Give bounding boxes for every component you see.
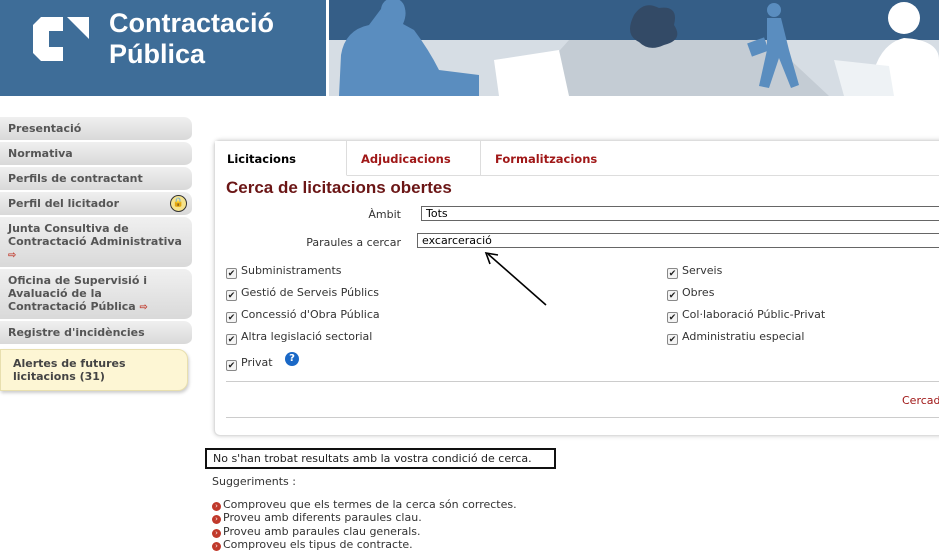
logo-block[interactable]: Contractació Pública (0, 0, 326, 96)
checkbox-administratiu-especial[interactable]: ✔ Administratiu especial (667, 330, 804, 345)
checkmark-icon: ✔ (667, 290, 678, 301)
site-header: Contractació Pública (0, 0, 939, 96)
suggestions-title: Suggeriments : (212, 475, 296, 488)
divider (226, 381, 939, 382)
search-panel: Licitacions Adjudicacions Formalitzacion… (214, 140, 939, 436)
sidebar-item-label: Oficina de Supervisió i Avaluació de la … (8, 274, 147, 313)
sidebar-item-label: Registre d'incidències (8, 326, 145, 339)
checkbox-altra-legislacio[interactable]: ✔ Altra legislació sectorial (226, 330, 372, 345)
sidebar-item-perfils-contractant[interactable]: Perfils de contractant (0, 167, 192, 192)
sidebar-item-label: Presentació (8, 122, 82, 135)
checkmark-icon: ✔ (667, 268, 678, 279)
sidebar-item-label: Junta Consultiva de Contractació Adminis… (8, 222, 182, 248)
logo-icon (33, 17, 89, 61)
ambit-label: Àmbit (368, 208, 401, 221)
bullet-arrow-icon: › (212, 528, 221, 538)
bullet-arrow-icon: › (212, 541, 221, 551)
bullet-arrow-icon: › (212, 502, 221, 511)
checkbox-obres[interactable]: ✔ Obres (667, 286, 714, 301)
checkbox-colaboracio-public-privat[interactable]: ✔ Col·laboració Públic-Privat (667, 308, 825, 323)
ambit-select[interactable]: Tots (421, 206, 939, 221)
sidebar-item-presentacio[interactable]: Presentació (0, 117, 192, 142)
checkmark-icon: ✔ (667, 312, 678, 323)
site-title: Contractació Pública (109, 8, 275, 69)
divider (226, 417, 939, 418)
tab-bar: Licitacions Adjudicacions Formalitzacion… (215, 141, 939, 176)
list-item: › Comproveu els tipus de contracte. (212, 538, 517, 551)
checkmark-icon: ✔ (226, 312, 237, 323)
tab-formalitzacions[interactable]: Formalitzacions (481, 141, 611, 176)
sidebar-item-perfil-licitador[interactable]: Perfil del licitador 🔒 (0, 192, 192, 217)
checkbox-privat[interactable]: ✔ Privat (226, 356, 273, 371)
checkmark-icon: ✔ (226, 334, 237, 345)
list-item: › Comproveu que els termes de la cerca só… (212, 498, 517, 511)
checkbox-concessio-obra[interactable]: ✔ Concessió d'Obra Pública (226, 308, 380, 323)
help-icon[interactable]: ? (285, 352, 299, 366)
keywords-input[interactable]: excarceració (417, 233, 939, 248)
tab-licitacions[interactable]: Licitacions (215, 141, 347, 176)
sidebar-item-label: Normativa (8, 147, 73, 160)
sidebar-item-label: Perfils de contractant (8, 172, 143, 185)
page-title: Cerca de licitacions obertes (226, 178, 452, 197)
checkmark-icon: ✔ (667, 334, 678, 345)
bullet-arrow-icon: › (212, 515, 221, 525)
checkbox-gestio-serveis[interactable]: ✔ Gestió de Serveis Públics (226, 286, 379, 301)
checkmark-icon: ✔ (226, 360, 237, 371)
sidebar-item-registre-incidencies[interactable]: Registre d'incidències (0, 321, 192, 346)
suggestions-list: › Comproveu que els termes de la cerca só… (212, 498, 517, 551)
list-item: › Proveu amb diferents paraules clau. (212, 511, 517, 525)
sidebar: Presentació Normativa Perfils de contrac… (0, 117, 192, 391)
sidebar-item-oficina-supervisio[interactable]: Oficina de Supervisió i Avaluació de la … (0, 269, 192, 321)
alerts-future-tenders[interactable]: Alertes de futures licitacions (31) (0, 349, 188, 391)
list-item: › Proveu amb paraules clau generals. (212, 525, 517, 538)
tab-adjudicacions[interactable]: Adjudicacions (347, 141, 481, 176)
checkbox-serveis[interactable]: ✔ Serveis (667, 264, 722, 279)
sidebar-item-label: Perfil del licitador (8, 197, 120, 210)
annotation-arrow-icon (484, 251, 547, 306)
external-link-icon: ⇨ (139, 302, 148, 313)
lock-icon[interactable]: 🔒 (170, 195, 187, 212)
sidebar-item-normativa[interactable]: Normativa (0, 142, 192, 167)
keywords-label: Paraules a cercar (306, 236, 401, 249)
external-link-icon: ⇨ (8, 250, 17, 261)
checkbox-subministraments[interactable]: ✔ Subministraments (226, 264, 342, 279)
checkmark-icon: ✔ (226, 268, 237, 279)
checkmark-icon: ✔ (226, 290, 237, 301)
sidebar-item-junta-consultiva[interactable]: Junta Consultiva de Contractació Adminis… (0, 217, 192, 269)
header-banner-image (329, 0, 939, 96)
no-results-message: No s'han trobat resultats amb la vostra … (205, 448, 556, 469)
search-link[interactable]: Cercad (902, 394, 939, 407)
